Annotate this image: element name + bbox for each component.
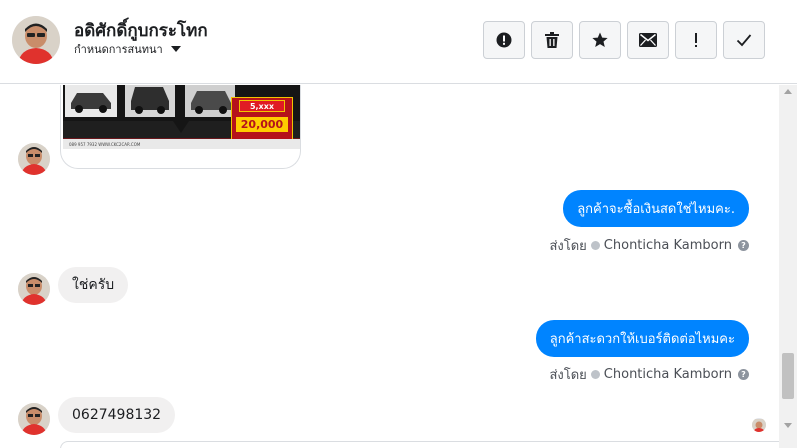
contact-avatar-small[interactable]: [18, 403, 50, 435]
scroll-thumb[interactable]: [782, 353, 794, 399]
ad-footer: 089 957 7932 WWW.CKC2CAR.COM: [63, 139, 300, 149]
message-text: ลูกค้าสะดวกให้เบอร์ติดต่อไหมคะ: [549, 332, 735, 347]
help-icon[interactable]: ?: [738, 240, 749, 251]
message-text: ลูกค้าจะซื้อเงินสดใช่ไหมคะ.: [577, 202, 735, 217]
scroll-up-arrow-icon[interactable]: [784, 89, 792, 94]
message-bubble-incoming[interactable]: ใช่ครับ: [58, 267, 129, 303]
sender-name[interactable]: Chonticha Kamborn: [604, 367, 732, 382]
star-button[interactable]: [579, 21, 621, 59]
ad-price-small: 5,xxx: [239, 100, 285, 112]
sender-name[interactable]: Chonticha Kamborn: [604, 238, 732, 253]
mark-spam-button[interactable]: [483, 21, 525, 59]
sent-by-line: ส่งโดย Chonticha Kamborn ?: [549, 235, 749, 256]
assign-label: กำหนดการสนทนา: [74, 43, 163, 56]
thread-scrollbar[interactable]: [779, 85, 797, 448]
contact-avatar-small[interactable]: [18, 273, 50, 305]
follow-up-button[interactable]: [675, 21, 717, 59]
contact-avatar[interactable]: [12, 16, 60, 64]
contact-avatar-small[interactable]: [18, 143, 50, 175]
alert-circle-icon: [496, 32, 512, 48]
scroll-down-arrow-icon[interactable]: [784, 423, 792, 428]
sent-by-prefix: ส่งโดย: [549, 239, 587, 254]
message-bubble-outgoing[interactable]: ลูกค้าจะซื้อเงินสดใช่ไหมคะ.: [563, 190, 749, 227]
composer-edge: [60, 441, 779, 448]
delete-button[interactable]: [531, 21, 573, 59]
verified-check-icon: [590, 370, 600, 379]
messenger-inbox: อดิศักดิ์กูบกระโทก กำหนดการสนทนา 5,xxx 2…: [0, 0, 797, 448]
message-bubble-incoming[interactable]: 0627498132: [58, 397, 176, 433]
help-icon[interactable]: ?: [738, 369, 749, 380]
trash-icon: [545, 32, 559, 48]
shared-image-card[interactable]: 5,xxx 20,000 089 957 7932 WWW.CKC2CAR.CO…: [60, 85, 301, 169]
check-icon: [736, 33, 752, 47]
sent-by-prefix: ส่งโดย: [549, 368, 587, 383]
message-text: ใช่ครับ: [72, 277, 115, 293]
message-text: 0627498132: [72, 407, 162, 423]
caret-down-icon: [170, 46, 181, 52]
message-thread[interactable]: 5,xxx 20,000 089 957 7932 WWW.CKC2CAR.CO…: [0, 85, 779, 448]
star-icon: [592, 32, 608, 48]
message-bubble-outgoing[interactable]: ลูกค้าสะดวกให้เบอร์ติดต่อไหมคะ: [535, 320, 749, 357]
mark-done-button[interactable]: [723, 21, 765, 59]
seen-receipt-avatar: [752, 418, 766, 432]
verified-check-icon: [590, 241, 600, 250]
assign-conversation-dropdown[interactable]: กำหนดการสนทนา: [74, 40, 181, 58]
conversation-header: อดิศักดิ์กูบกระโทก กำหนดการสนทนา: [0, 0, 797, 84]
sent-by-line: ส่งโดย Chonticha Kamborn ?: [549, 364, 749, 385]
mark-unread-button[interactable]: [627, 21, 669, 59]
envelope-icon: [639, 33, 657, 47]
header-actions: [483, 21, 765, 59]
ad-price-big: 20,000: [236, 117, 288, 132]
exclamation-icon: [693, 32, 699, 48]
ad-phone-line: 089 957 7932 WWW.CKC2CAR.COM: [69, 141, 141, 147]
